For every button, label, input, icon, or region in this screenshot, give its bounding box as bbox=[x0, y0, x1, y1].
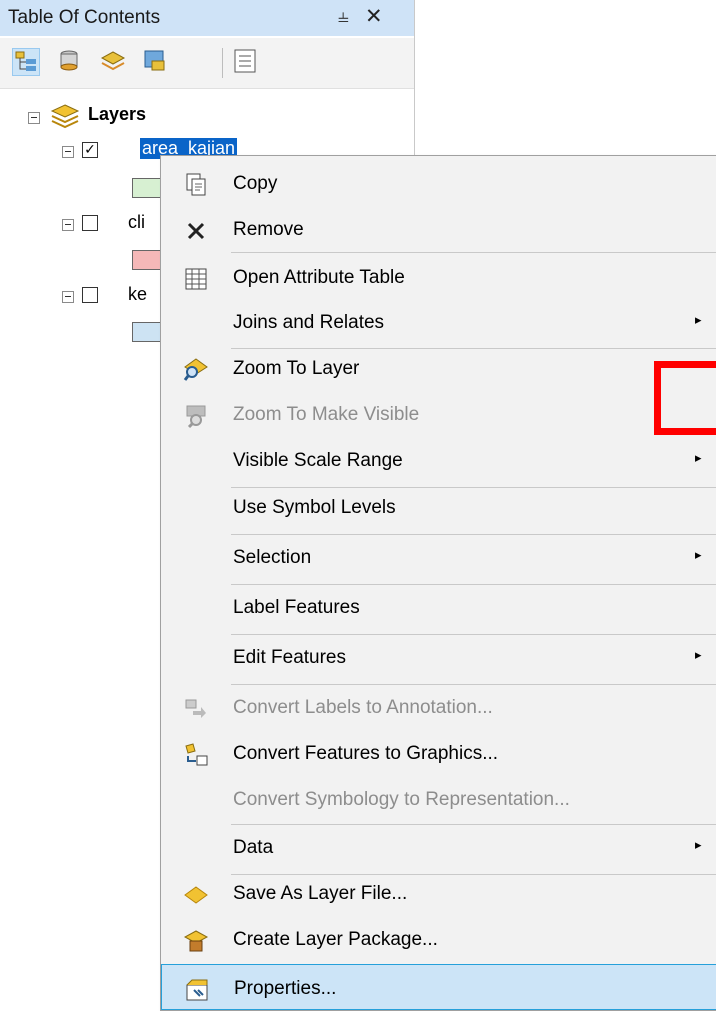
properties-icon bbox=[184, 977, 210, 1003]
layers-icon bbox=[50, 103, 80, 129]
menu-item-label-features[interactable]: Label Features bbox=[161, 584, 716, 632]
layer-name-ke[interactable]: ke bbox=[128, 284, 147, 305]
menu-item-visible-scale-range[interactable]: Visible Scale Range ▸ bbox=[161, 437, 716, 485]
submenu-arrow-icon: ▸ bbox=[695, 451, 702, 466]
convert-labels-icon bbox=[183, 696, 209, 722]
menu-item-convert-labels-to-annotation: Convert Labels to Annotation... bbox=[161, 684, 716, 732]
list-by-selection-icon[interactable] bbox=[142, 48, 170, 76]
menu-item-create-layer-package[interactable]: Create Layer Package... bbox=[161, 916, 716, 964]
menu-item-data[interactable]: Data ▸ bbox=[161, 824, 716, 872]
list-by-drawing-order-icon[interactable] bbox=[12, 48, 40, 76]
options-icon[interactable] bbox=[232, 48, 260, 76]
menu-item-use-symbol-levels[interactable]: Use Symbol Levels bbox=[161, 484, 716, 532]
submenu-arrow-icon: ▸ bbox=[695, 648, 702, 663]
menu-item-edit-features[interactable]: Edit Features ▸ bbox=[161, 634, 716, 682]
submenu-arrow-icon: ▸ bbox=[695, 313, 702, 328]
zoom-to-layer-icon bbox=[183, 357, 209, 383]
menu-item-convert-features-to-graphics[interactable]: Convert Features to Graphics... bbox=[161, 730, 716, 778]
convert-features-icon bbox=[183, 742, 209, 768]
menu-item-convert-symbology-to-representation: Convert Symbology to Representation... bbox=[233, 789, 570, 810]
menu-item-selection[interactable]: Selection ▸ bbox=[161, 534, 716, 582]
layer-package-icon bbox=[183, 928, 209, 954]
save-layer-file-icon bbox=[183, 882, 209, 908]
table-icon bbox=[183, 266, 209, 292]
submenu-arrow-icon: ▸ bbox=[695, 548, 702, 563]
menu-item-properties[interactable]: Properties... bbox=[161, 964, 716, 1010]
menu-item-copy[interactable]: Copy bbox=[161, 160, 716, 208]
toolbar-separator bbox=[222, 48, 223, 78]
menu-item-save-as-layer-file[interactable]: Save As Layer File... bbox=[161, 870, 716, 918]
annotation-highlight-box bbox=[654, 361, 716, 435]
list-by-visibility-icon[interactable] bbox=[100, 48, 128, 76]
collapse-layer-toggle[interactable] bbox=[62, 291, 74, 303]
close-icon[interactable]: ✕ bbox=[365, 4, 383, 29]
menu-item-open-attribute-table[interactable]: Open Attribute Table bbox=[161, 254, 716, 302]
pin-icon[interactable]: ⫨ bbox=[338, 5, 349, 27]
collapse-layers-toggle[interactable] bbox=[28, 112, 40, 124]
menu-separator bbox=[231, 252, 716, 253]
list-by-source-icon[interactable] bbox=[56, 48, 84, 76]
menu-item-zoom-to-layer[interactable]: Zoom To Layer bbox=[161, 345, 716, 393]
menu-item-joins-and-relates[interactable]: Joins and Relates ▸ bbox=[161, 299, 716, 347]
menu-item-remove[interactable]: Remove bbox=[161, 206, 716, 254]
layers-root-label[interactable]: Layers bbox=[88, 104, 146, 125]
layer-visibility-checkbox[interactable]: ✓ bbox=[82, 142, 98, 158]
copy-icon bbox=[183, 172, 209, 198]
toc-titlebar[interactable]: Table Of Contents ⫨ ✕ bbox=[0, 0, 414, 36]
collapse-layer-toggle[interactable] bbox=[62, 146, 74, 158]
layer-context-menu: Copy Remove Open Attribute Table Joins a… bbox=[160, 155, 716, 1011]
toc-title: Table Of Contents bbox=[8, 7, 161, 28]
toc-toolbar bbox=[0, 38, 414, 89]
submenu-arrow-icon: ▸ bbox=[695, 838, 702, 853]
layer-visibility-checkbox[interactable] bbox=[82, 287, 98, 303]
remove-icon bbox=[183, 218, 209, 244]
layer-visibility-checkbox[interactable] bbox=[82, 215, 98, 231]
collapse-layer-toggle[interactable] bbox=[62, 219, 74, 231]
zoom-to-make-visible-icon bbox=[183, 403, 209, 429]
menu-item-zoom-to-make-visible: Zoom To Make Visible bbox=[161, 391, 716, 439]
layer-name-cli[interactable]: cli bbox=[128, 212, 145, 233]
